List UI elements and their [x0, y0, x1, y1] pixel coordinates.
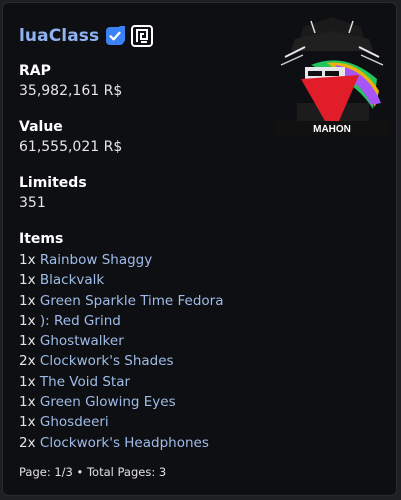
list-item: 1x Green Glowing Eyes [19, 392, 379, 412]
list-item: 1x Ghosdeeri [19, 412, 379, 432]
item-qty: 2x [19, 434, 36, 451]
item-link[interactable]: Blackvalk [40, 272, 104, 288]
username-link[interactable]: luaClass [19, 26, 99, 46]
item-qty: 2x [19, 353, 36, 370]
item-link[interactable]: The Void Star [40, 374, 130, 390]
avatar-thumbnail[interactable]: MAHON [275, 17, 390, 135]
item-link[interactable]: Ghostwalker [40, 333, 124, 349]
list-item: 1x ): Red Grind [19, 311, 379, 331]
avatar-image: MAHON [275, 17, 390, 135]
item-qty: 1x [19, 394, 36, 411]
list-item: 2x Clockwork's Headphones [19, 433, 379, 453]
list-item: 1x The Void Star [19, 372, 379, 392]
item-link[interactable]: Green Sparkle Time Fedora [40, 293, 224, 309]
verified-badge-icon [106, 26, 126, 45]
limiteds-field: Limiteds 351 [19, 175, 87, 211]
limiteds-label: Limiteds [19, 175, 87, 191]
items-field: Items 1x Rainbow Shaggy 1x Blackvalk 1x … [19, 231, 379, 453]
item-link[interactable]: Clockwork's Headphones [40, 435, 209, 451]
item-qty: 1x [19, 252, 36, 268]
item-link[interactable]: Green Glowing Eyes [40, 394, 176, 410]
rolimons-logo-icon[interactable] [131, 25, 154, 47]
item-qty: 1x [19, 272, 36, 289]
avatar-badge-text: MAHON [313, 124, 351, 135]
embed-card: luaClass MAHON RAP 35,982,161 R$ Value 6… [2, 2, 397, 496]
pagination-footer: Page: 1/3 • Total Pages: 3 [19, 465, 167, 479]
item-link[interactable]: Rainbow Shaggy [40, 252, 152, 268]
item-qty: 1x [19, 373, 36, 390]
item-link[interactable]: Ghosdeeri [40, 414, 109, 430]
list-item: 2x Clockwork's Shades [19, 351, 379, 371]
items-label: Items [19, 231, 64, 247]
item-qty: 1x [19, 312, 36, 329]
value-field: Value 61,555,021 R$ [19, 119, 122, 155]
rap-label: RAP [19, 63, 51, 79]
item-qty: 1x [19, 414, 36, 431]
value-value: 61,555,021 R$ [19, 139, 123, 155]
rap-field: RAP 35,982,161 R$ [19, 63, 122, 99]
items-list: 1x Rainbow Shaggy 1x Blackvalk 1x Green … [19, 250, 379, 453]
item-qty: 1x [19, 292, 36, 309]
list-item: 1x Ghostwalker [19, 331, 379, 351]
list-item: 1x Rainbow Shaggy [19, 250, 379, 270]
list-item: 1x Green Sparkle Time Fedora [19, 291, 379, 311]
list-item: 1x Blackvalk [19, 270, 379, 290]
item-qty: 1x [19, 333, 36, 350]
item-link[interactable]: ): Red Grind [40, 313, 121, 329]
card-header: luaClass [19, 25, 154, 47]
item-link[interactable]: Clockwork's Shades [40, 353, 174, 369]
rap-value: 35,982,161 R$ [19, 83, 123, 99]
value-label: Value [19, 119, 63, 135]
limiteds-value: 351 [19, 195, 46, 211]
